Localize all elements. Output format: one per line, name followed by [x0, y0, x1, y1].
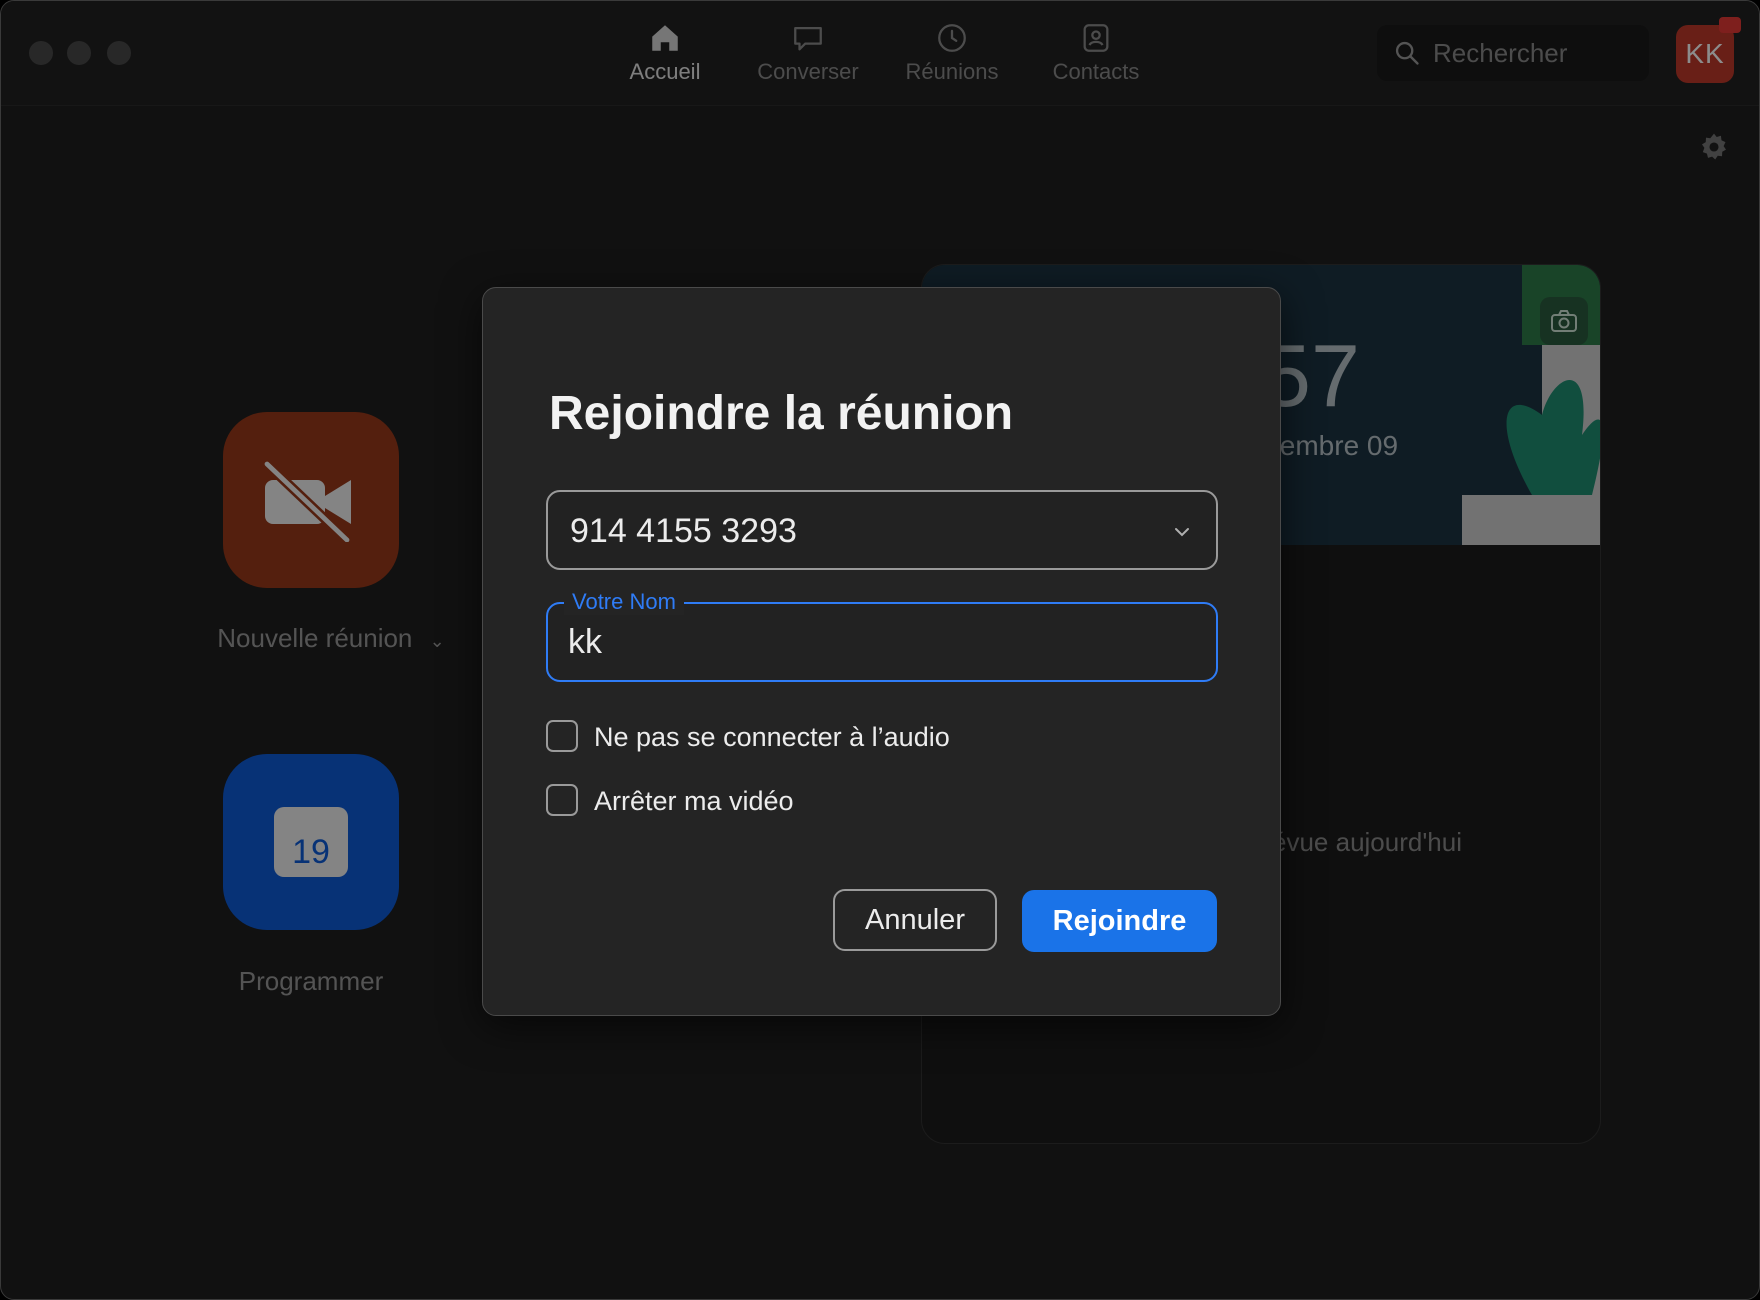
- gear-icon[interactable]: [1698, 131, 1730, 163]
- video-off-icon: [262, 459, 352, 542]
- join-button[interactable]: Rejoindre: [1022, 890, 1217, 952]
- video-badge-icon: [1719, 17, 1741, 33]
- tab-chat-label: Converser: [757, 59, 859, 84]
- new-meeting-text: Nouvelle réunion: [217, 623, 413, 653]
- tab-chat[interactable]: Converser: [743, 21, 873, 91]
- zoom-window-button[interactable]: [107, 41, 131, 65]
- stop-video-label: Arrêter ma vidéo: [594, 786, 794, 816]
- name-input[interactable]: [568, 620, 1188, 664]
- clock-icon: [938, 24, 966, 52]
- cancel-button[interactable]: Annuler: [833, 889, 997, 951]
- search-box[interactable]: [1377, 25, 1649, 81]
- search-input[interactable]: [1433, 33, 1633, 73]
- minimize-window-button[interactable]: [67, 41, 91, 65]
- home-icon: [652, 25, 678, 51]
- contact-icon: [1083, 24, 1109, 52]
- chevron-down-icon[interactable]: ⌄: [430, 631, 445, 651]
- camera-icon: [1551, 310, 1577, 332]
- search-icon: [1395, 41, 1419, 65]
- meeting-id-value: 914 4155 3293: [570, 512, 797, 550]
- change-background-button[interactable]: [1540, 297, 1588, 345]
- chevron-down-icon[interactable]: [1172, 522, 1192, 542]
- chat-icon: [794, 26, 822, 51]
- name-field[interactable]: Votre Nom: [546, 589, 1218, 682]
- stop-video-checkbox[interactable]: [546, 784, 578, 816]
- no-audio-label: Ne pas se connecter à l’audio: [594, 722, 950, 752]
- schedule-label: Programmer: [238, 966, 384, 996]
- calendar-day: 19: [292, 833, 330, 871]
- schedule-button[interactable]: 19: [223, 754, 399, 930]
- tab-contacts-label: Contacts: [1052, 59, 1140, 84]
- new-meeting-button[interactable]: [223, 412, 399, 588]
- tab-meetings-label: Réunions: [905, 59, 999, 84]
- title-bar: Accueil Converser Réunions Contacts Rech…: [1, 1, 1759, 106]
- new-meeting-label[interactable]: Nouvelle réunion ⌄: [201, 623, 461, 654]
- app-window: Accueil Converser Réunions Contacts Rech…: [0, 0, 1760, 1300]
- tab-home-label: Accueil: [629, 59, 701, 84]
- dialog-title: Rejoindre la réunion: [549, 387, 1014, 440]
- calendar-icon: 19: [274, 807, 348, 877]
- close-window-button[interactable]: [29, 41, 53, 65]
- clock-date: tembre 09: [1272, 430, 1399, 461]
- name-field-label: Votre Nom: [564, 589, 684, 615]
- avatar[interactable]: KK: [1676, 25, 1734, 83]
- meeting-id-select[interactable]: 914 4155 3293: [546, 490, 1218, 570]
- tab-home[interactable]: Accueil: [600, 21, 730, 91]
- join-meeting-dialog: Rejoindre la réunion 914 4155 3293 Votre…: [482, 287, 1281, 1016]
- no-audio-checkbox[interactable]: [546, 720, 578, 752]
- tab-contacts[interactable]: Contacts: [1031, 21, 1161, 91]
- tab-meetings[interactable]: Réunions: [887, 21, 1017, 91]
- no-meetings-text: évue aujourd'hui: [1272, 827, 1462, 857]
